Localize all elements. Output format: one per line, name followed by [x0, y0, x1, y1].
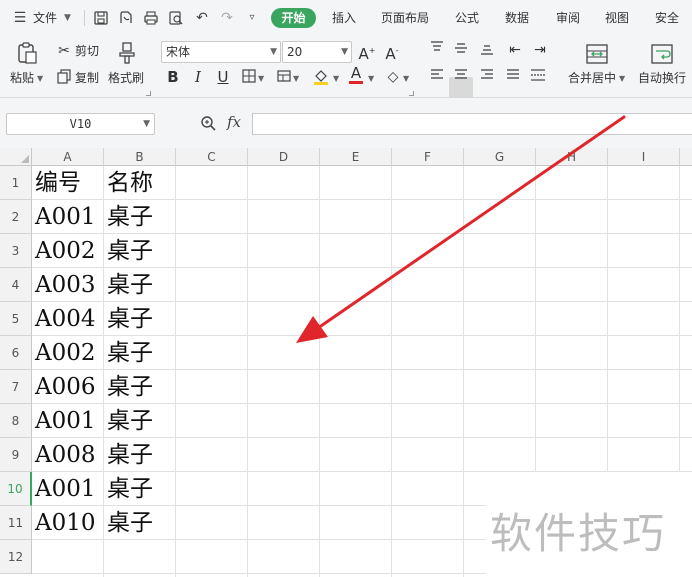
annotation-arrow — [296, 115, 626, 343]
arrow-shaft — [316, 115, 626, 330]
arrow-head — [296, 316, 328, 343]
